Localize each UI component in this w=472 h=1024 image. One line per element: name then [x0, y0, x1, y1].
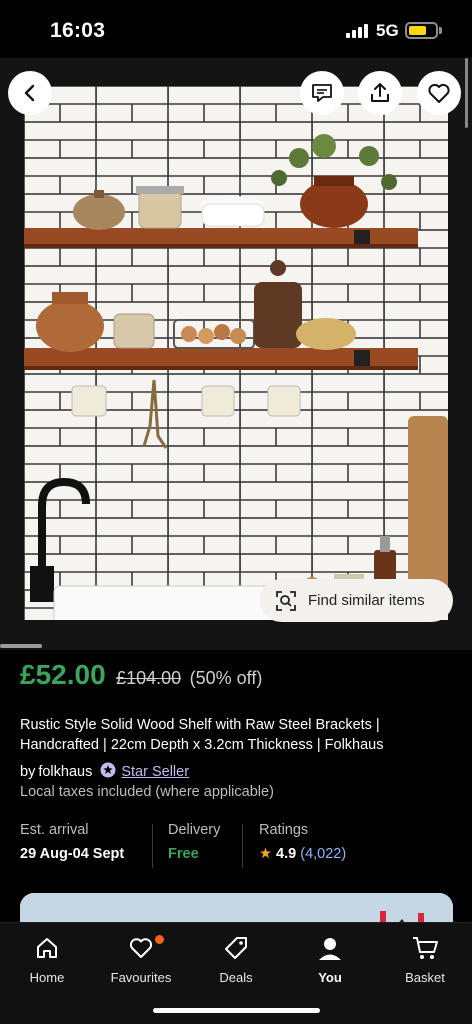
seller-row: by folkhaus Star Seller	[20, 762, 189, 782]
status-time: 16:03	[50, 19, 106, 42]
tab-label: Basket	[405, 970, 445, 985]
home-indicator[interactable]	[153, 1008, 320, 1013]
tax-note: Local taxes included (where applicable)	[20, 784, 274, 800]
home-icon	[37, 938, 57, 958]
tab-favourites[interactable]: Favourites	[94, 933, 188, 985]
info-divider	[152, 824, 153, 868]
find-similar-button[interactable]: Find similar items	[260, 579, 453, 622]
ratings-info[interactable]: Ratings ★ 4.9 (4,022)	[259, 822, 346, 862]
tab-basket[interactable]: Basket	[378, 933, 472, 985]
share-icon	[371, 83, 389, 102]
visual-search-icon	[276, 590, 296, 611]
tab-you[interactable]: You	[283, 933, 377, 985]
share-button[interactable]	[358, 71, 402, 115]
delivery-label: Delivery	[168, 822, 221, 838]
info-divider	[242, 824, 243, 868]
current-price: £52.00	[20, 659, 106, 690]
ratings-value: ★ 4.9 (4,022)	[259, 846, 346, 862]
tab-label: You	[318, 970, 342, 985]
price-row: £52.00 £104.00 (50% off)	[20, 659, 262, 691]
rating-score: 4.9	[276, 846, 297, 862]
arrival-info: Est. arrival 29 Aug-04 Sept	[20, 822, 124, 862]
favourite-button[interactable]	[417, 71, 461, 115]
rating-count[interactable]: (4,022)	[300, 846, 346, 862]
star-seller-badge-icon	[100, 762, 116, 782]
find-similar-label: Find similar items	[308, 592, 425, 609]
carousel-progress	[0, 644, 42, 648]
chat-bubble-icon	[312, 84, 332, 102]
ratings-label: Ratings	[259, 822, 309, 838]
seller-name-link[interactable]: folkhaus	[38, 764, 92, 780]
signal-icon	[346, 24, 370, 38]
original-price: £104.00	[116, 668, 182, 688]
discount-label: (50% off)	[189, 668, 263, 688]
tab-label: Favourites	[110, 970, 172, 985]
product-photo[interactable]	[24, 86, 448, 620]
scroll-indicator	[465, 58, 468, 128]
delivery-info: Delivery Free	[168, 822, 220, 862]
notification-dot	[155, 935, 164, 944]
status-bar: 16:03 5G	[0, 0, 472, 58]
tab-deals[interactable]: Deals	[189, 933, 283, 985]
delivery-value: Free	[168, 846, 199, 862]
person-icon	[319, 938, 341, 960]
chevron-left-icon	[24, 84, 35, 102]
rating-star-icon: ★	[259, 846, 272, 862]
message-button[interactable]	[300, 71, 344, 115]
delivery-info-row: Est. arrival 29 Aug-04 Sept Delivery Fre…	[0, 822, 472, 872]
tab-label: Home	[29, 970, 65, 985]
heart-icon	[129, 938, 153, 958]
tab-label: Deals	[219, 970, 253, 985]
star-seller-link[interactable]: Star Seller	[121, 764, 189, 780]
listing-title: Rustic Style Solid Wood Shelf with Raw S…	[20, 717, 384, 753]
battery-icon	[405, 22, 438, 39]
heart-icon	[428, 83, 450, 103]
tag-icon	[225, 937, 247, 959]
battery-tip	[439, 27, 442, 34]
arrival-value: 29 Aug-04 Sept	[20, 846, 125, 862]
tab-home[interactable]: Home	[0, 933, 94, 985]
product-image-carousel[interactable]: Find similar items	[0, 58, 472, 650]
basket-icon	[413, 937, 438, 959]
arrival-label: Est. arrival	[20, 822, 89, 838]
back-button[interactable]	[8, 71, 52, 115]
seller-prefix: by	[20, 764, 36, 780]
network-label: 5G	[376, 21, 399, 40]
